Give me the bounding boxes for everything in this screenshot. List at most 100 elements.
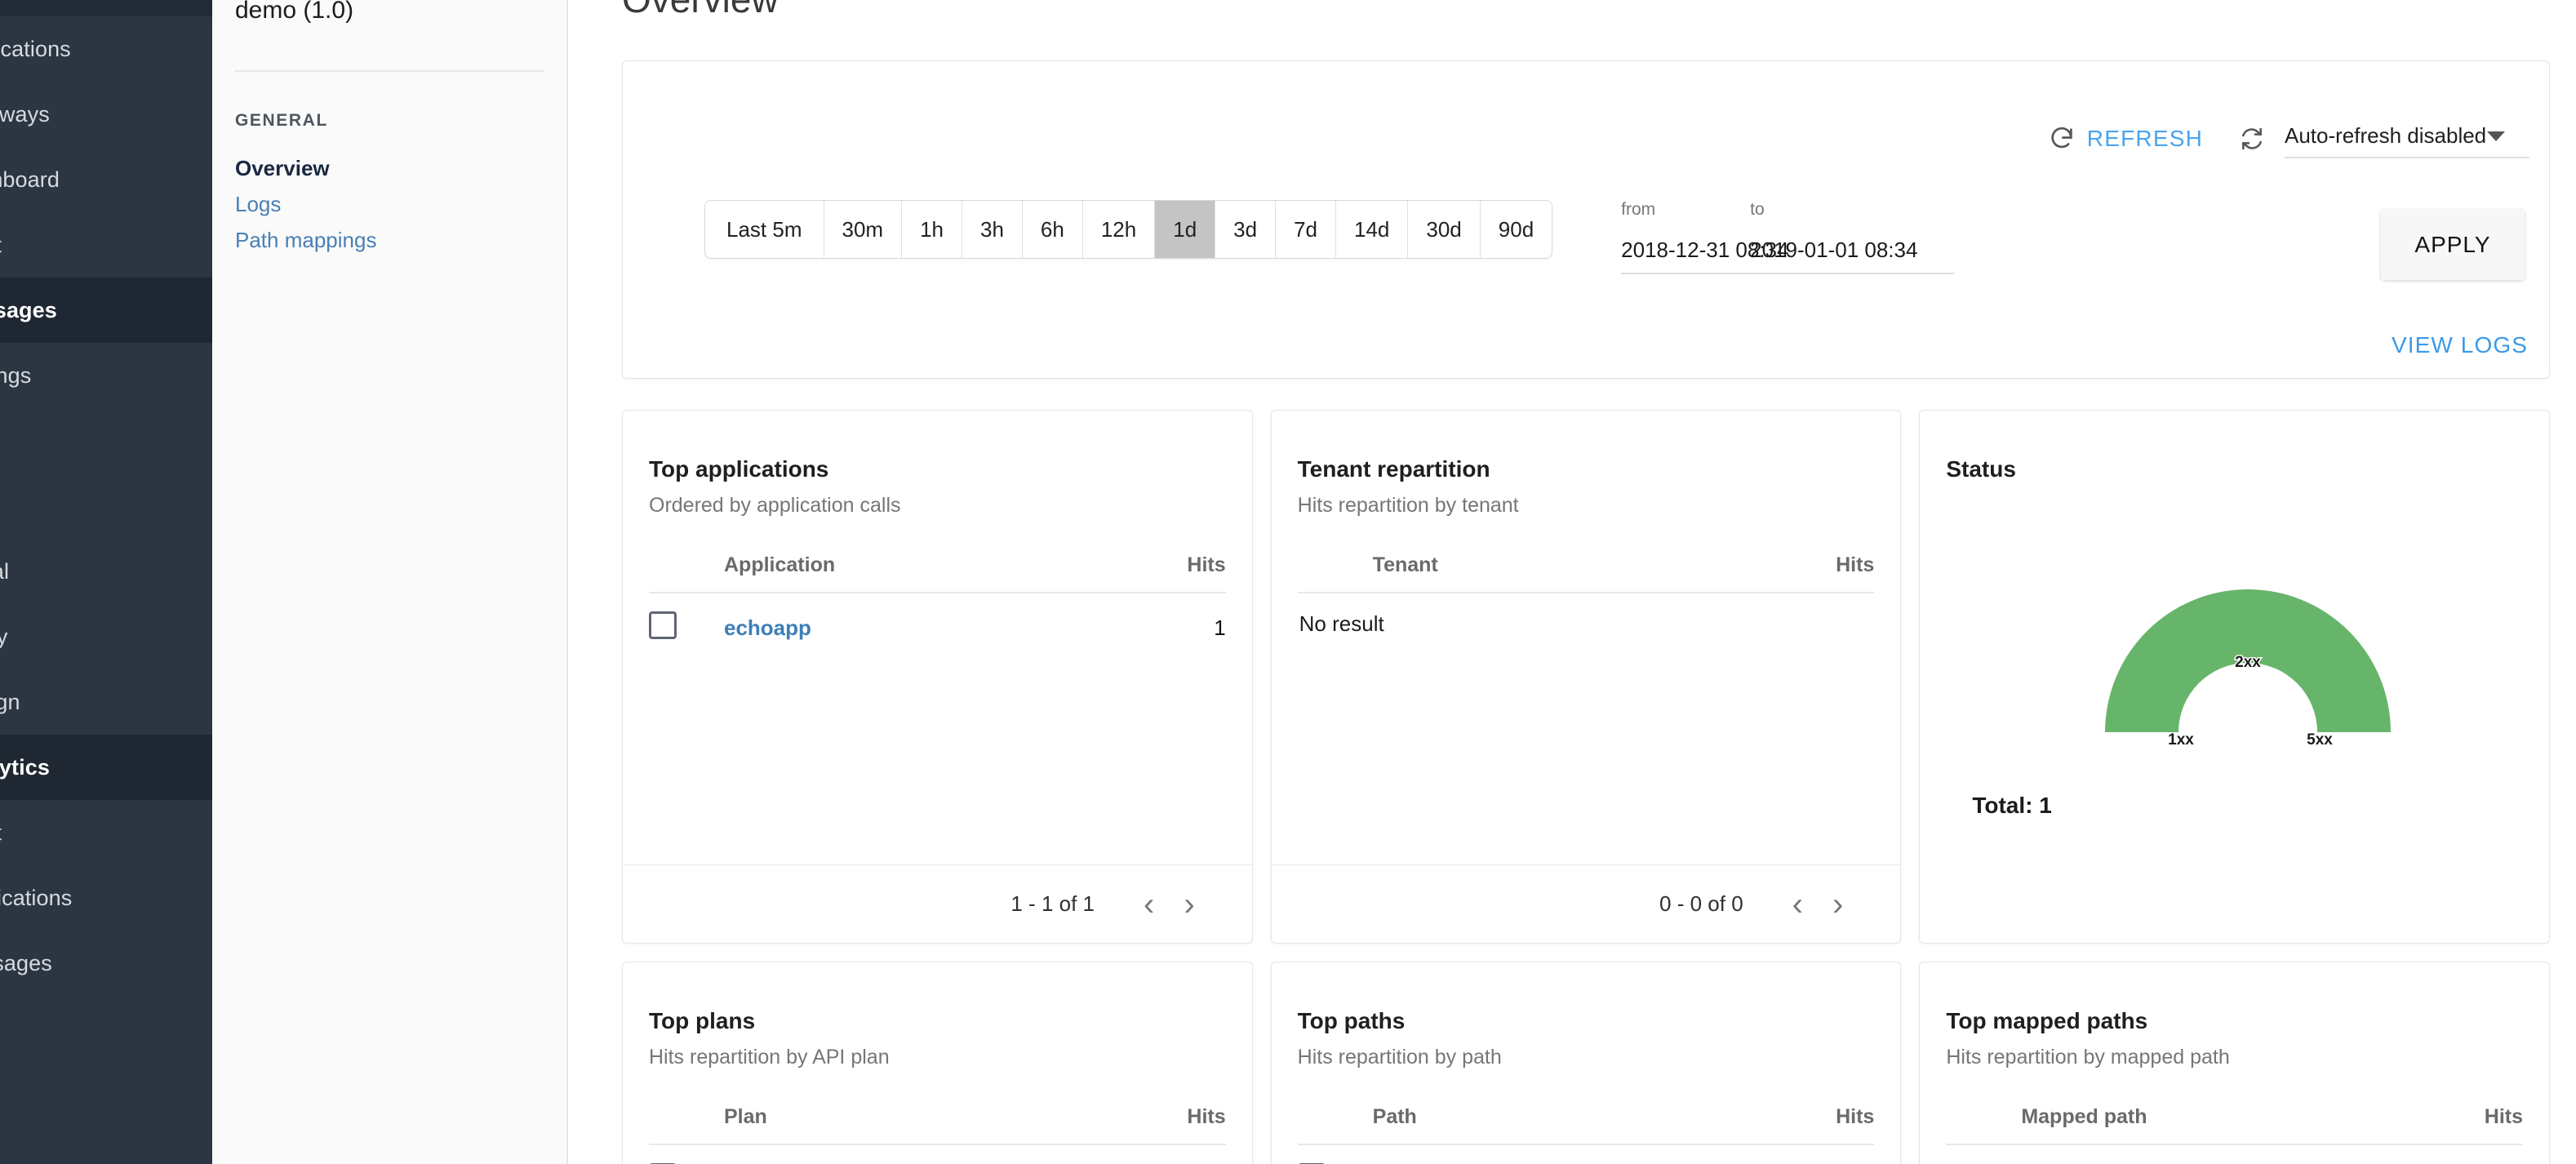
- dashboard-grid-row-2: Top plans Hits repartition by API plan P…: [622, 962, 2550, 1164]
- status-total-label: Total: 1: [1972, 793, 2052, 818]
- context-sidebar: demo (1.0) GENERAL Overview Logs Path ma…: [212, 0, 568, 1164]
- range-button-3h[interactable]: 3h: [962, 201, 1023, 258]
- sidebar-item-label: Settings: [0, 362, 32, 388]
- sidebar-item-audit[interactable]: Audit: [0, 212, 212, 278]
- card-body: Top mapped paths Hits repartition by map…: [1920, 962, 2549, 1164]
- sidebar-item-dashboard[interactable]: Dashboard: [0, 147, 212, 212]
- range-button-1d[interactable]: 1d: [1155, 201, 1216, 258]
- sidebar-item-label: Design: [0, 689, 20, 714]
- sidebar-item-label: Dashboard: [0, 167, 60, 192]
- row-checkbox[interactable]: [649, 611, 677, 639]
- filters-card: REFRESH Auto-refresh disabled Last 5m 30…: [622, 60, 2550, 379]
- context-link-path-mappings[interactable]: Path mappings: [235, 222, 566, 258]
- path-hits: 1: [1641, 1144, 1874, 1164]
- sidebar-item-audit-2[interactable]: Audit: [0, 800, 212, 865]
- range-button-1h[interactable]: 1h: [902, 201, 962, 258]
- from-field-wrap: from: [1621, 200, 1826, 274]
- table-row-empty: No result: [1946, 1144, 2523, 1164]
- card-title: Tenant repartition: [1297, 456, 1490, 482]
- auto-refresh-value: Auto-refresh disabled: [2285, 123, 2487, 148]
- to-field-wrap: to: [1750, 200, 1955, 274]
- pagination-label: 0 - 0 of 0: [1659, 891, 1743, 916]
- card-pagination: 0 - 0 of 0 ‹ ›: [1271, 864, 1901, 943]
- sidebar-item-label: Audit: [0, 820, 2, 846]
- context-link-overview[interactable]: Overview: [235, 150, 566, 186]
- card-title: Status: [1946, 456, 2016, 482]
- no-result-text: No result: [1299, 611, 1384, 636]
- next-page-button[interactable]: ›: [1818, 888, 1858, 921]
- plan-name[interactable]: deploy: [724, 1144, 1045, 1164]
- next-page-button[interactable]: ›: [1169, 888, 1209, 921]
- card-title: Top mapped paths: [1946, 1008, 2148, 1033]
- sidebar-item-label: Portal: [0, 558, 10, 584]
- column-header-tenant: Tenant: [1372, 553, 1689, 593]
- select-column-header: [1946, 1105, 2022, 1145]
- range-button-6h[interactable]: 6h: [1022, 201, 1083, 258]
- sidebar-item-proxy[interactable]: Proxy: [0, 604, 212, 669]
- plans-table: Plan Hits deploy 1: [649, 1105, 1226, 1164]
- context-link-logs[interactable]: Logs: [235, 186, 566, 222]
- card-subtitle: Ordered by application calls: [649, 494, 901, 517]
- sidebar-item-notifications[interactable]: Notifications: [0, 865, 212, 931]
- range-button-7d[interactable]: 7d: [1276, 201, 1336, 258]
- main-content: Overview REFRESH: [568, 0, 2576, 1164]
- context-divider: [235, 70, 544, 72]
- applications-table: Application Hits echoapp 1: [649, 553, 1226, 645]
- sidebar-top-strip: [0, 0, 212, 16]
- sidebar-item-messages[interactable]: Messages: [0, 278, 212, 343]
- card-title: Top paths: [1297, 1008, 1406, 1033]
- pagination-label: 1 - 1 of 1: [1010, 891, 1095, 916]
- card-title: Top plans: [649, 1008, 756, 1033]
- range-button-3d[interactable]: 3d: [1215, 201, 1277, 258]
- previous-page-button[interactable]: ‹: [1778, 888, 1818, 921]
- sidebar-item-gateways[interactable]: Gateways: [0, 82, 212, 147]
- card-subtitle: Hits repartition by tenant: [1297, 494, 1519, 517]
- table-header-row: Tenant Hits: [1297, 553, 1875, 593]
- date-range-fields: from to: [1621, 200, 1955, 274]
- sidebar-item-messages-2[interactable]: Messages: [0, 931, 212, 996]
- refresh-button[interactable]: REFRESH: [2076, 126, 2203, 152]
- table-row: 1: [1297, 1144, 1875, 1164]
- sidebar-item-label: Proxy: [0, 624, 8, 649]
- select-column-header: [1297, 1105, 1373, 1145]
- chevron-down-icon: [2487, 131, 2505, 141]
- sidebar-item-label: Analytics: [0, 754, 50, 780]
- status-gauge-chart: 1xx 2xx 5xx: [2105, 589, 2392, 750]
- column-header-hits: Hits: [1688, 553, 1875, 593]
- previous-page-button[interactable]: ‹: [1129, 888, 1169, 921]
- card-body: Tenant repartition Hits repartition by t…: [1272, 411, 1901, 864]
- card-body: Top plans Hits repartition by API plan P…: [623, 962, 1252, 1164]
- sidebar-item-label: Messages: [0, 950, 52, 975]
- range-button-14d[interactable]: 14d: [1336, 201, 1409, 258]
- api-title: demo (1.0): [235, 0, 354, 24]
- view-logs-button[interactable]: VIEW LOGS: [2392, 332, 2528, 358]
- path-name[interactable]: [1373, 1144, 1641, 1164]
- table-header-row: Application Hits: [649, 553, 1226, 593]
- apply-button[interactable]: APPLY: [2381, 210, 2525, 280]
- refresh-icon[interactable]: [2048, 125, 2076, 153]
- sidebar-item-settings[interactable]: Settings: [0, 343, 212, 408]
- card-body: Top paths Hits repartition by path Path …: [1272, 962, 1901, 1164]
- range-button-12h[interactable]: 12h: [1082, 201, 1156, 258]
- range-button-90d[interactable]: 90d: [1480, 201, 1552, 258]
- range-button-30m[interactable]: 30m: [824, 201, 903, 258]
- column-header-hits: Hits: [1641, 1105, 1875, 1145]
- dashboard-grid-row-1: Top applications Ordered by application …: [622, 410, 2550, 944]
- card-subtitle: Hits repartition by mapped path: [1946, 1046, 2230, 1068]
- sidebar-item-portal[interactable]: Portal: [0, 539, 212, 604]
- application-hits: 1: [1214, 615, 1226, 640]
- context-section-label: GENERAL: [235, 111, 328, 130]
- auto-refresh-select[interactable]: Auto-refresh disabled: [2285, 118, 2529, 158]
- row-checkbox-cell: [649, 1144, 724, 1164]
- table-row-empty: No result: [1298, 593, 1875, 637]
- application-name[interactable]: echoapp: [724, 593, 1096, 645]
- range-button-30d[interactable]: 30d: [1408, 201, 1481, 258]
- paths-table: Path Hits 1: [1297, 1105, 1875, 1164]
- to-date-input[interactable]: [1750, 238, 1955, 274]
- sidebar-item-analytics[interactable]: Analytics: [0, 735, 212, 800]
- range-button-last5m[interactable]: Last 5m: [705, 201, 824, 258]
- sidebar-item-applications[interactable]: Applications: [0, 16, 212, 82]
- sidebar-item-design[interactable]: Design: [0, 669, 212, 735]
